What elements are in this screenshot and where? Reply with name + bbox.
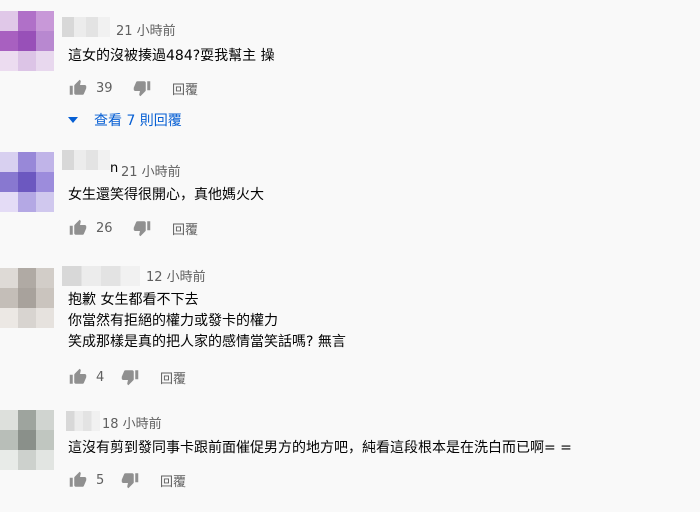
like-count: 4 xyxy=(96,369,105,385)
comment-actions: 39 回覆 xyxy=(68,78,198,98)
thumbs-up-icon[interactable] xyxy=(68,470,88,490)
like-count: 26 xyxy=(96,220,113,236)
author-name[interactable] xyxy=(62,150,110,170)
thumbs-down-icon[interactable] xyxy=(120,367,140,387)
comment-text: 抱歉 女生都看不下去 你當然有拒絕的權力或發卡的權力 笑成那樣是真的把人家的感情… xyxy=(68,292,346,350)
caret-down-icon xyxy=(68,117,78,123)
comment-timestamp[interactable]: 18 小時前 xyxy=(102,413,162,432)
author-name[interactable] xyxy=(62,266,140,286)
comment-actions: 26 回覆 xyxy=(68,218,198,238)
comment-text: 女生還笑得很開心，真他媽火大 xyxy=(68,187,264,203)
comment-text: 這女的沒被揍過484?耍我幫主 操 xyxy=(68,48,275,64)
author-name-visible[interactable]: n xyxy=(110,161,118,176)
reply-button[interactable]: 回覆 xyxy=(160,368,186,387)
reply-button[interactable]: 回覆 xyxy=(172,219,198,238)
thumbs-up-icon[interactable] xyxy=(68,218,88,238)
like-count: 39 xyxy=(96,80,113,96)
comment-text: 這沒有剪到發同事卡跟前面催促男方的地方吧，純看這段根本是在洗白而已啊= = xyxy=(68,440,572,456)
thumbs-up-icon[interactable] xyxy=(68,367,88,387)
thumbs-down-icon[interactable] xyxy=(132,218,152,238)
reply-button[interactable]: 回覆 xyxy=(160,471,186,490)
comment-actions: 4 回覆 xyxy=(68,367,186,387)
author-name[interactable] xyxy=(62,17,110,37)
comment-timestamp[interactable]: 12 小時前 xyxy=(146,266,206,285)
avatar[interactable] xyxy=(0,410,54,470)
avatar[interactable] xyxy=(0,268,54,328)
avatar[interactable] xyxy=(0,152,54,212)
thumbs-up-icon[interactable] xyxy=(68,78,88,98)
avatar[interactable] xyxy=(0,11,54,71)
reply-button[interactable]: 回覆 xyxy=(172,79,198,98)
comment-actions: 5 回覆 xyxy=(68,470,186,490)
comment-timestamp[interactable]: 21 小時前 xyxy=(121,161,181,180)
thumbs-down-icon[interactable] xyxy=(120,470,140,490)
thumbs-down-icon[interactable] xyxy=(132,78,152,98)
like-count: 5 xyxy=(96,472,105,488)
author-name[interactable] xyxy=(66,411,100,431)
view-replies-button[interactable]: 查看 7 則回覆 xyxy=(68,110,182,130)
comment-timestamp[interactable]: 21 小時前 xyxy=(116,20,176,39)
view-replies-label[interactable]: 查看 7 則回覆 xyxy=(94,110,182,130)
